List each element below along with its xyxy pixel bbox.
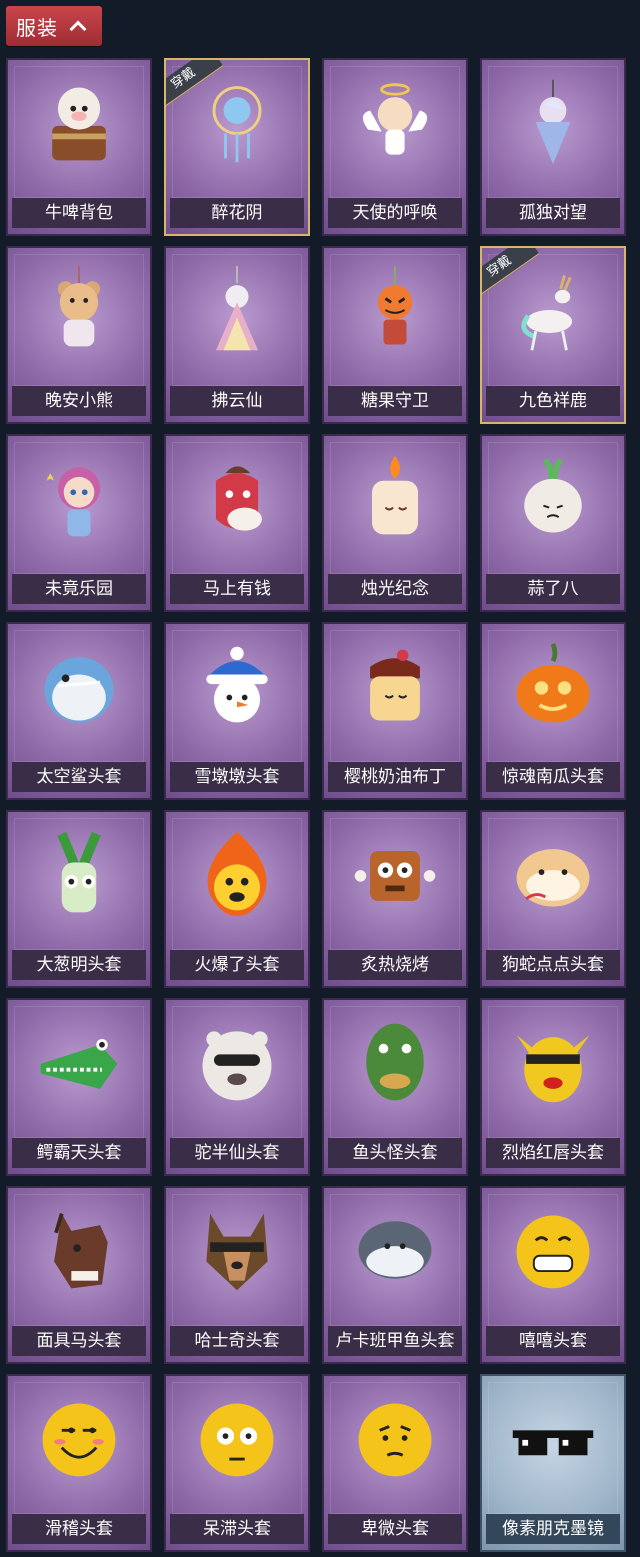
flower-dreamcatcher-icon [191,76,283,168]
garlic-icon [507,452,599,544]
doll-charm-icon [33,452,125,544]
pikachu-lips-mask-icon [507,1016,599,1108]
cloud-fairy-charm-icon [191,264,283,356]
item-card[interactable]: 像素朋克墨镜 [480,1374,626,1552]
item-name: 糖果守卫 [328,386,462,416]
item-name: 卑微头套 [328,1514,462,1544]
item-card[interactable]: 樱桃奶油布丁 [322,622,468,800]
item-card[interactable]: 牛啤背包 [6,58,152,236]
item-name: 鳄霸天头套 [12,1138,146,1168]
funny-emoji-mask-icon [33,1392,125,1484]
item-name: 驼半仙头套 [170,1138,304,1168]
item-card[interactable]: 惊魂南瓜头套 [480,622,626,800]
item-name: 面具马头套 [12,1326,146,1356]
item-card[interactable]: 太空鲨头套 [6,622,152,800]
item-card[interactable]: 面具马头套 [6,1186,152,1364]
category-tab-costume[interactable]: 服装 [6,6,102,46]
item-card[interactable]: 鳄霸天头套 [6,998,152,1176]
item-card[interactable]: 晚安小熊 [6,246,152,424]
item-name: 哈士奇头套 [170,1326,304,1356]
husky-mask-icon [191,1204,283,1296]
item-card[interactable]: 狗蛇点点头套 [480,810,626,988]
item-card[interactable]: 炙热烧烤 [322,810,468,988]
item-card[interactable]: 驼半仙头套 [164,998,310,1176]
item-name: 鱼头怪头套 [328,1138,462,1168]
item-card[interactable]: 拂云仙 [164,246,310,424]
item-name: 狗蛇点点头套 [486,950,620,980]
fire-mask-icon [191,828,283,920]
item-name: 樱桃奶油布丁 [328,762,462,792]
chevron-up-icon [69,20,87,38]
item-name: 火爆了头套 [170,950,304,980]
item-card[interactable]: 未竟乐园 [6,434,152,612]
item-name: 雪墩墩头套 [170,762,304,792]
item-name: 滑稽头套 [12,1514,146,1544]
item-name: 九色祥鹿 [486,386,620,416]
item-name: 惊魂南瓜头套 [486,762,620,792]
candy-guard-charm-icon [349,264,441,356]
item-card[interactable]: 哈士奇头套 [164,1186,310,1364]
bbq-mask-icon [349,828,441,920]
horse-mask-icon [33,1204,125,1296]
item-card[interactable]: 呆滞头套 [164,1374,310,1552]
item-name: 像素朋克墨镜 [486,1514,620,1544]
item-card[interactable]: 大葱明头套 [6,810,152,988]
item-card[interactable]: 滑稽头套 [6,1374,152,1552]
item-card[interactable]: 烛光纪念 [322,434,468,612]
item-name: 炙热烧烤 [328,950,462,980]
item-card[interactable]: 卑微头套 [322,1374,468,1552]
grin-emoji-mask-icon [507,1204,599,1296]
deer-charm-icon [507,264,599,356]
item-name: 未竟乐园 [12,574,146,604]
item-card[interactable]: 穿戴 醉花阴 [164,58,310,236]
pudding-mask-icon [349,640,441,732]
crocodile-mask-icon [33,1016,125,1108]
item-name: 马上有钱 [170,574,304,604]
item-card[interactable]: 鱼头怪头套 [322,998,468,1176]
bear-charm-icon [33,264,125,356]
category-title: 服装 [16,15,58,40]
item-name: 嘻嘻头套 [486,1326,620,1356]
snowman-mask-icon [191,640,283,732]
item-name: 烈焰红唇头套 [486,1138,620,1168]
item-name: 醉花阴 [170,198,304,228]
scallion-mask-icon [33,828,125,920]
item-card[interactable]: 雪墩墩头套 [164,622,310,800]
item-card[interactable]: 卢卡班甲鱼头套 [322,1186,468,1364]
item-card[interactable]: 孤独对望 [480,58,626,236]
fish-mask-icon [349,1204,441,1296]
humble-emoji-mask-icon [349,1392,441,1484]
item-card[interactable]: 嘻嘻头套 [480,1186,626,1364]
item-card[interactable]: 天使的呼唤 [322,58,468,236]
item-name: 太空鲨头套 [12,762,146,792]
item-name: 天使的呼唤 [328,198,462,228]
cow-beer-backpack-icon [33,76,125,168]
item-card[interactable]: 火爆了头套 [164,810,310,988]
pixel-sunglasses-icon [507,1392,599,1484]
item-card[interactable]: 蒜了八 [480,434,626,612]
item-name: 大葱明头套 [12,950,146,980]
item-name: 拂云仙 [170,386,304,416]
item-name: 牛啤背包 [12,198,146,228]
item-name: 蒜了八 [486,574,620,604]
item-name: 晚安小熊 [12,386,146,416]
item-card[interactable]: 马上有钱 [164,434,310,612]
item-name: 呆滞头套 [170,1514,304,1544]
shark-mask-icon [33,640,125,732]
alpaca-mask-icon [191,1016,283,1108]
lonely-gaze-charm-icon [507,76,599,168]
item-name: 烛光纪念 [328,574,462,604]
candle-icon [349,452,441,544]
item-card[interactable]: 穿戴 九色祥鹿 [480,246,626,424]
item-name: 卢卡班甲鱼头套 [328,1326,462,1356]
item-card[interactable]: 糖果守卫 [322,246,468,424]
angel-charm-icon [349,76,441,168]
horse-head-icon [191,452,283,544]
item-card[interactable]: 烈焰红唇头套 [480,998,626,1176]
pumpkin-mask-icon [507,640,599,732]
fish-head-mask-icon [349,1016,441,1108]
dog-snake-mask-icon [507,828,599,920]
item-name: 孤独对望 [486,198,620,228]
stunned-emoji-mask-icon [191,1392,283,1484]
